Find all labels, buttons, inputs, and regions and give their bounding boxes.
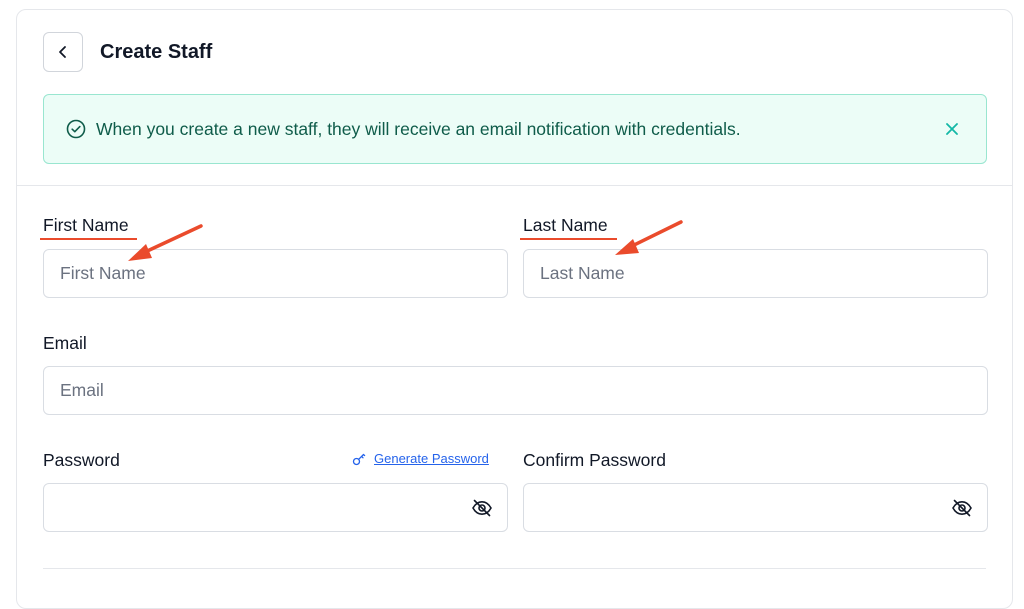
create-staff-card: Create Staff When you create a new staff… bbox=[16, 9, 1013, 609]
first-name-input[interactable] bbox=[43, 249, 508, 298]
section-divider bbox=[17, 185, 1012, 186]
email-label: Email bbox=[43, 333, 87, 353]
password-label: Password bbox=[43, 450, 120, 470]
page-header: Create Staff bbox=[43, 32, 212, 72]
info-alert: When you create a new staff, they will r… bbox=[43, 94, 987, 164]
back-button[interactable] bbox=[43, 32, 83, 72]
close-icon bbox=[946, 123, 958, 135]
page-title: Create Staff bbox=[100, 40, 213, 63]
last-name-input[interactable] bbox=[523, 249, 988, 298]
generate-password-link[interactable]: Generate Password bbox=[352, 451, 489, 466]
check-circle-icon bbox=[66, 119, 86, 139]
confirm-password-label: Confirm Password bbox=[523, 450, 666, 470]
bottom-divider bbox=[43, 568, 986, 569]
chevron-left-icon bbox=[59, 46, 66, 58]
confirm-password-visibility-toggle[interactable] bbox=[950, 496, 974, 520]
first-name-annotation-underline bbox=[40, 238, 137, 240]
eye-off-icon bbox=[952, 499, 972, 517]
generate-password-label: Generate Password bbox=[374, 451, 489, 466]
alert-message: When you create a new staff, they will r… bbox=[96, 118, 741, 139]
email-input[interactable] bbox=[43, 366, 988, 415]
last-name-label: Last Name bbox=[523, 215, 608, 235]
confirm-password-input[interactable] bbox=[523, 483, 988, 532]
last-name-annotation-underline bbox=[520, 238, 617, 240]
eye-off-icon bbox=[472, 499, 492, 517]
key-icon bbox=[352, 453, 366, 465]
password-visibility-toggle[interactable] bbox=[470, 496, 494, 520]
first-name-label: First Name bbox=[43, 215, 129, 235]
alert-close-button[interactable] bbox=[940, 117, 964, 141]
password-input[interactable] bbox=[43, 483, 508, 532]
